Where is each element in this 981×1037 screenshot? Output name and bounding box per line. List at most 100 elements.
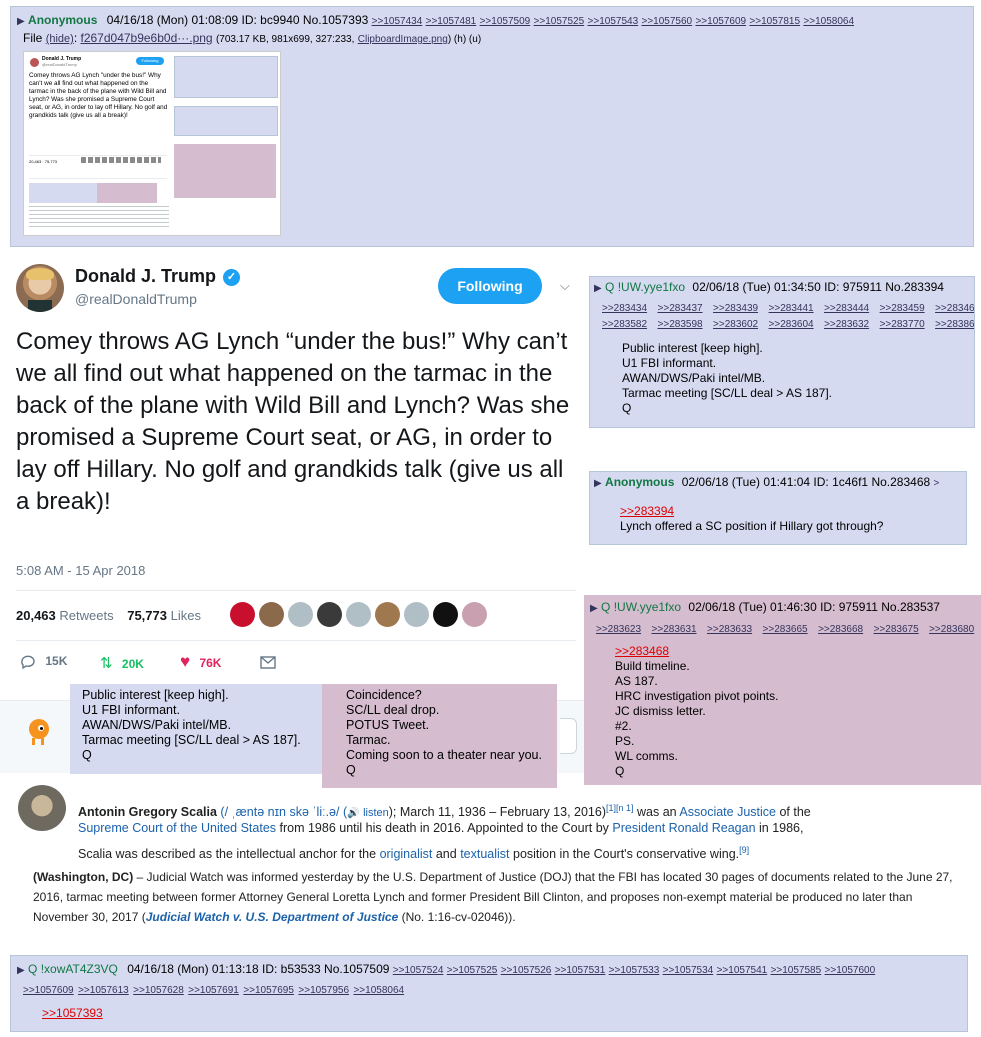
reply-input[interactable] [560,718,577,754]
reply-link[interactable]: >>283680 [929,624,974,635]
post-number[interactable]: No.283537 [881,600,940,614]
wiki-text: and [432,847,461,862]
file-original-name[interactable]: ClipboardImage.png [358,34,448,45]
reply-link[interactable]: >>283598 [658,319,703,330]
post-header: ▶ Anonymous 04/16/18 (Mon) 01:08:09 ID: … [17,13,854,27]
supreme-court-link[interactable]: Supreme Court of the United States [78,821,276,835]
reply-link[interactable]: >>283602 [713,319,758,330]
avatar[interactable] [16,264,64,312]
post-line: JC dismiss letter. [615,704,706,718]
reply-link[interactable]: >>1057956 [298,985,349,996]
follow-button[interactable]: Following [438,268,542,304]
reply-link[interactable]: >>1058064 [803,16,854,27]
reply-link[interactable]: >>283864 [935,319,974,330]
reply-link[interactable]: >>1057541 [717,965,768,976]
overlay-line: Q [82,748,92,762]
reply-link[interactable]: >>283604 [769,319,814,330]
reply-link[interactable]: >>1057600 [825,965,876,976]
tweet-author-name[interactable]: Donald J. Trump ✓ [75,266,241,287]
reply-link[interactable]: >>1057434 [372,16,423,27]
reply-link[interactable]: >>1057695 [243,985,294,996]
reply-link[interactable]: >>283437 [658,303,703,314]
textualist-link[interactable]: textualist [460,847,509,861]
citation-link[interactable]: [1][n 1] [606,803,634,813]
reply-link[interactable]: >>283770 [880,319,925,330]
retweet-icon: ⇅ [100,655,113,672]
reply-link[interactable]: >>283439 [713,303,758,314]
reply-link[interactable]: >>1057585 [771,965,822,976]
post-menu-arrow-icon[interactable]: ▶ [590,603,598,614]
file-meta: (703.17 KB, 981x699, 327:233, [215,34,355,45]
speaker-icon[interactable]: 🔊 [347,808,359,819]
reply-link[interactable]: >>1057533 [609,965,660,976]
reply-link[interactable]: >>1057628 [133,985,184,996]
file-thumbnail[interactable]: Donald J. Trump @realDonaldTrump Followi… [23,51,281,236]
reply-link[interactable]: >>283441 [769,303,814,314]
reply-link[interactable]: >>283665 [763,624,808,635]
reply-link[interactable]: >>1057525 [534,16,585,27]
reply-link[interactable]: >>283582 [602,319,647,330]
reply-link[interactable]: >>1057609 [695,16,746,27]
post-menu-arrow-icon[interactable]: ▶ [17,16,25,27]
post-line: Tarmac meeting [SC/LL deal > AS 187]. [622,386,833,400]
ipa-pronunciation[interactable]: (/ ˌæntə nɪn skə ˈliː.ə/ ( [220,805,347,819]
post-datetime: 04/16/18 (Mon) 01:08:09 [106,13,239,27]
reply-link[interactable]: >>1057613 [78,985,129,996]
post-number[interactable]: No.283468 [871,475,930,489]
post-number[interactable]: No.1057393 [303,13,368,27]
hide-file-link[interactable]: (hide) [46,33,74,45]
post-line: #2. [615,719,632,733]
reply-link[interactable]: >>283444 [824,303,869,314]
thumb-handle: @realDonaldTrump [42,62,77,67]
reply-link[interactable]: >>1057543 [588,16,639,27]
reply-link[interactable]: >>283633 [707,624,752,635]
reply-link[interactable]: >>1057534 [663,965,714,976]
post-menu-arrow-icon[interactable]: ▶ [17,965,25,976]
reply-link[interactable]: >>1057560 [641,16,692,27]
reply-link[interactable]: >>283434 [602,303,647,314]
reply-link[interactable]: >>283631 [652,624,697,635]
quote-link[interactable]: >>283394 [620,504,883,519]
jw-case-link[interactable]: Judicial Watch v. U.S. Department of Jus… [146,910,399,924]
post-number[interactable]: No.283394 [885,280,944,294]
like-action[interactable]: ♥ 76K [180,652,221,672]
reply-link[interactable]: >>1057526 [501,965,552,976]
listen-link[interactable]: listen [363,807,389,819]
reply-link[interactable]: >>283632 [824,319,869,330]
post-menu-arrow-icon[interactable]: ▶ [594,283,602,294]
tweet-stats[interactable]: 20,463 Retweets 75,773 Likes [16,608,201,623]
reply-link[interactable]: >>1058064 [353,985,404,996]
quote-link[interactable]: >>1057393 [42,1006,103,1020]
reagan-link[interactable]: President Ronald Reagan [612,821,755,835]
tweet-timestamp[interactable]: 5:08 AM - 15 Apr 2018 [16,563,145,578]
reply-link[interactable]: >>1057525 [447,965,498,976]
reply-link[interactable]: >>283461 [935,303,974,314]
reply-link[interactable]: >>283623 [596,624,641,635]
reply-link[interactable]: >>1057691 [188,985,239,996]
chevron-down-icon[interactable]: ⌵ [560,278,570,294]
originalist-link[interactable]: originalist [380,847,433,861]
tweet-handle[interactable]: @realDonaldTrump [75,291,197,307]
citation-link[interactable]: [9] [739,845,749,855]
message-icon[interactable] [260,656,276,674]
thumb-overlay-blue [29,183,97,203]
reply-link[interactable]: >>1057524 [393,965,444,976]
reply-action[interactable]: 15K [20,654,67,670]
reply-link[interactable]: >>1057815 [749,16,800,27]
post-menu-arrow-icon[interactable]: ▶ [594,478,602,489]
reply-link[interactable]: >>283668 [818,624,863,635]
reply-link[interactable]: >>1057531 [555,965,606,976]
reply-link[interactable]: >>283459 [880,303,925,314]
reply-link[interactable]: >>1057609 [23,985,74,996]
poster-id: ID: 1c46f1 [813,475,869,489]
associate-justice-link[interactable]: Associate Justice [679,805,776,819]
reply-link[interactable]: >>283675 [874,624,919,635]
judicial-watch-excerpt: (Washington, DC) – Judicial Watch was in… [33,867,963,927]
post-number[interactable]: No.1057509 [324,962,389,976]
reply-link[interactable]: >>1057509 [480,16,531,27]
retweet-action[interactable]: ⇅ 20K [100,654,144,672]
file-link[interactable]: f267d047b9e6b0d···.png [80,31,212,45]
quote-link[interactable]: >>283468 [615,644,778,659]
liker-avatars[interactable] [230,602,487,628]
reply-link[interactable]: >>1057481 [426,16,477,27]
